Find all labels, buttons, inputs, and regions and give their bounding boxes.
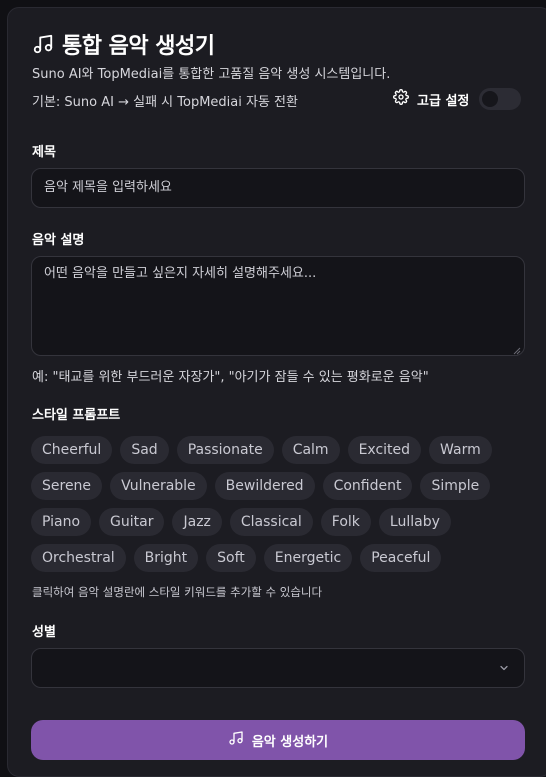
gender-label: 성별	[32, 625, 56, 640]
generate-music-button[interactable]: 음악 생성하기	[31, 720, 525, 760]
title-label: 제목	[32, 145, 56, 160]
style-chip[interactable]: Lullaby	[378, 508, 451, 536]
style-chip[interactable]: Cheerful	[31, 436, 113, 464]
page-subtitle: Suno AI와 TopMediai를 통합한 고품질 음악 생성 시스템입니다…	[32, 67, 391, 82]
generate-music-label: 음악 생성하기	[251, 734, 329, 750]
style-prompt-label: 스타일 프롬프트	[32, 408, 121, 423]
advanced-settings: 고급 설정	[393, 88, 522, 110]
title-placeholder: 음악 제목을 입력하세요	[44, 180, 172, 195]
description-example: 예: "태교를 위한 부드러운 자장가", "아기가 잠들 수 있는 평화로운 …	[32, 370, 429, 385]
style-chip[interactable]: Excited	[347, 436, 422, 464]
style-chip-list: Cheerful Sad Passionate Calm Excited Warm Sere…	[31, 436, 501, 572]
music-note-icon	[228, 730, 244, 750]
header-title-row: 통합 음악 생성기	[32, 28, 215, 60]
style-chip[interactable]: Bright	[133, 544, 199, 572]
style-chip[interactable]: Serene	[31, 472, 103, 500]
style-chip[interactable]: Piano	[31, 508, 92, 536]
advanced-settings-toggle[interactable]	[479, 88, 522, 110]
style-chip[interactable]: Warm	[429, 436, 492, 464]
style-chip[interactable]: Soft	[206, 544, 256, 572]
style-chip[interactable]: Orchestral	[31, 544, 126, 572]
description-placeholder: 어떤 음악을 만들고 싶은지 자세히 설명해주세요...	[44, 266, 317, 281]
music-note-icon	[32, 33, 54, 55]
advanced-settings-label: 고급 설정	[417, 93, 470, 109]
gender-select[interactable]	[31, 648, 525, 688]
title-input[interactable]: 음악 제목을 입력하세요	[31, 168, 525, 208]
style-hint: 클릭하여 음악 설명란에 스타일 키워드를 추가할 수 있습니다	[32, 585, 323, 599]
description-label: 음악 설명	[32, 233, 85, 248]
style-chip[interactable]: Simple	[420, 472, 491, 500]
style-chip[interactable]: Sad	[120, 436, 169, 464]
description-textarea[interactable]: 어떤 음악을 만들고 싶은지 자세히 설명해주세요...	[31, 256, 525, 356]
style-chip[interactable]: Vulnerable	[110, 472, 207, 500]
chevron-down-icon	[498, 662, 510, 678]
style-chip[interactable]: Classical	[229, 508, 313, 536]
toggle-knob	[482, 91, 499, 107]
page-title: 통합 음악 생성기	[62, 34, 215, 59]
style-chip[interactable]: Jazz	[172, 508, 222, 536]
style-chip[interactable]: Guitar	[99, 508, 165, 536]
resize-handle-icon[interactable]	[513, 344, 521, 355]
style-chip[interactable]: Energetic	[263, 544, 353, 572]
gear-icon	[393, 89, 409, 109]
style-chip[interactable]: Passionate	[176, 436, 274, 464]
style-chip[interactable]: Calm	[281, 436, 340, 464]
fallback-note: 기본: Suno AI → 실패 시 TopMediai 자동 전환	[32, 95, 298, 110]
style-chip[interactable]: Folk	[320, 508, 371, 536]
style-chip[interactable]: Peaceful	[360, 544, 442, 572]
style-chip[interactable]: Confident	[322, 472, 413, 500]
style-chip[interactable]: Bewildered	[214, 472, 315, 500]
